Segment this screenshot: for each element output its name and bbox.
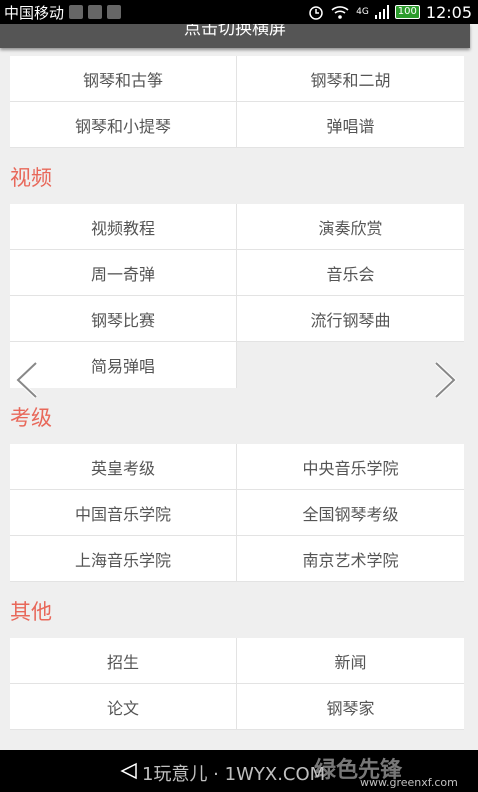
watermark-text: 1玩意儿 · 1WYX.COM bbox=[142, 764, 326, 785]
category-grid-other: 招生 新闻 论文 钢琴家 bbox=[10, 638, 464, 730]
watermark-url: www.greenxf.com bbox=[360, 776, 458, 789]
prev-arrow-icon[interactable] bbox=[12, 360, 42, 400]
category-sing-along-score[interactable]: 弹唱谱 bbox=[237, 102, 464, 148]
category-abrsm[interactable]: 英皇考级 bbox=[10, 444, 237, 490]
category-competition[interactable]: 钢琴比赛 bbox=[10, 296, 237, 342]
category-easy-sing[interactable]: 简易弹唱 bbox=[10, 342, 237, 388]
category-china-conservatory[interactable]: 中国音乐学院 bbox=[10, 490, 237, 536]
section-title-other: 其他 bbox=[10, 600, 52, 624]
category-video-tutorial[interactable]: 视频教程 bbox=[10, 204, 237, 250]
category-news[interactable]: 新闻 bbox=[237, 638, 464, 684]
category-concert[interactable]: 音乐会 bbox=[237, 250, 464, 296]
category-enrollment[interactable]: 招生 bbox=[10, 638, 237, 684]
signal-icon bbox=[374, 5, 389, 19]
rotate-screen-button[interactable]: 点击切换横屏 bbox=[0, 24, 470, 48]
section-title-video: 视频 bbox=[10, 166, 52, 190]
clock: 12:05 bbox=[425, 2, 472, 22]
notification-icon bbox=[69, 5, 84, 19]
section-title-exam: 考级 bbox=[10, 406, 52, 430]
category-piano-guzheng[interactable]: 钢琴和古筝 bbox=[10, 56, 237, 102]
notification-icon bbox=[88, 5, 103, 19]
category-papers[interactable]: 论文 bbox=[10, 684, 237, 730]
category-national-piano-exam[interactable]: 全国钢琴考级 bbox=[237, 490, 464, 536]
rotate-screen-label: 点击切换横屏 bbox=[184, 24, 286, 39]
category-monday-play[interactable]: 周一奇弹 bbox=[10, 250, 237, 296]
wifi-icon bbox=[331, 6, 349, 19]
category-pop-piano[interactable]: 流行钢琴曲 bbox=[237, 296, 464, 342]
category-performance[interactable]: 演奏欣赏 bbox=[237, 204, 464, 250]
notification-icon bbox=[107, 5, 122, 19]
navigation-bar: 1玩意儿 · 1WYX.COM 绿色先锋 www.greenxf.com bbox=[0, 750, 478, 792]
carrier-name: 中国移动 bbox=[4, 3, 65, 22]
back-icon[interactable] bbox=[120, 762, 138, 780]
category-nanjing-arts[interactable]: 南京艺术学院 bbox=[237, 536, 464, 582]
battery-icon: 100 bbox=[394, 5, 420, 19]
alarm-icon bbox=[309, 6, 323, 20]
category-shanghai-conservatory[interactable]: 上海音乐学院 bbox=[10, 536, 237, 582]
next-arrow-icon[interactable] bbox=[430, 360, 460, 400]
menu-content: 钢琴和古筝 钢琴和二胡 钢琴和小提琴 弹唱谱 视频 视频教程 演奏欣赏 周一奇弹… bbox=[0, 56, 478, 730]
category-grid-top: 钢琴和古筝 钢琴和二胡 钢琴和小提琴 弹唱谱 bbox=[10, 56, 464, 148]
category-piano-erhu[interactable]: 钢琴和二胡 bbox=[237, 56, 464, 102]
category-pianists[interactable]: 钢琴家 bbox=[237, 684, 464, 730]
category-piano-violin[interactable]: 钢琴和小提琴 bbox=[10, 102, 237, 148]
category-grid-video: 视频教程 演奏欣赏 周一奇弹 音乐会 钢琴比赛 流行钢琴曲 简易弹唱 bbox=[10, 204, 464, 388]
network-type: 4G bbox=[356, 7, 369, 17]
status-bar: 中国移动 4G 100 12:05 bbox=[0, 0, 478, 24]
category-grid-exam: 英皇考级 中央音乐学院 中国音乐学院 全国钢琴考级 上海音乐学院 南京艺术学院 bbox=[10, 444, 464, 582]
category-central-conservatory[interactable]: 中央音乐学院 bbox=[237, 444, 464, 490]
